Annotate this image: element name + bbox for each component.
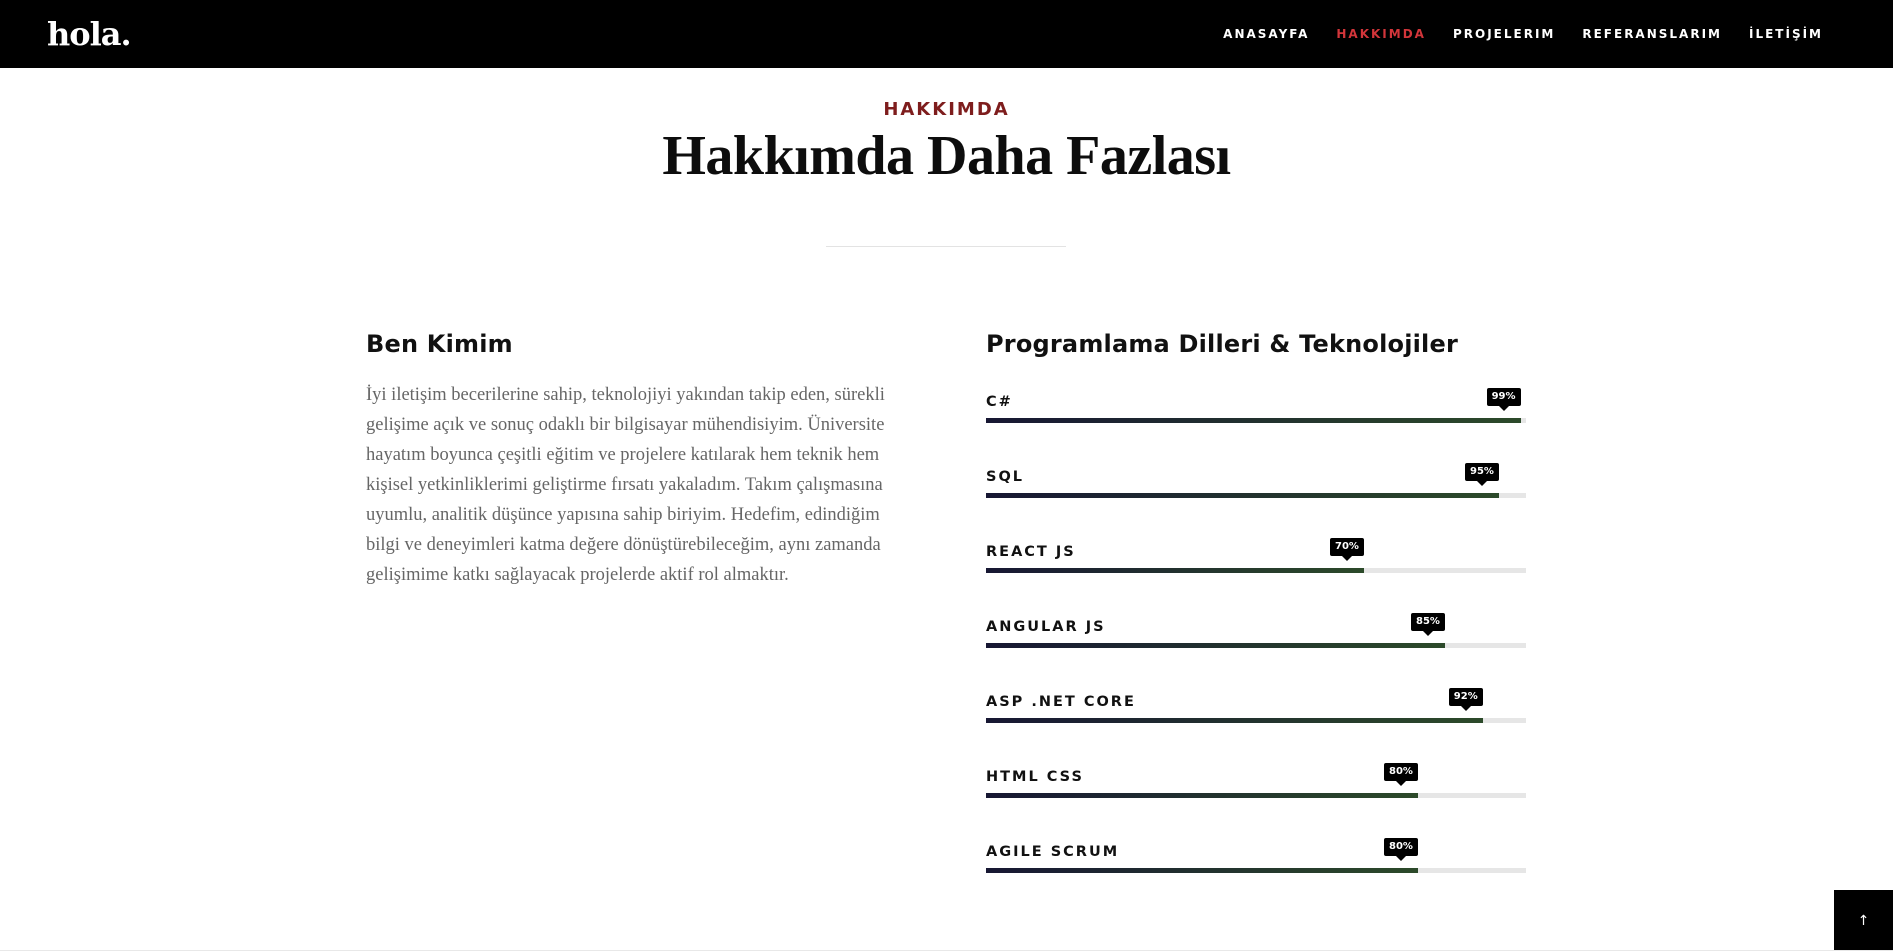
skill-item: HTML CSS 80% (986, 746, 1526, 821)
about-heading: Ben Kimim (366, 330, 513, 358)
nav-item-iletisim[interactable]: İLETİŞİM (1749, 27, 1823, 41)
site-logo[interactable]: hola. (47, 18, 132, 50)
skill-progress-fill (986, 493, 1499, 498)
skill-percent-badge: 70% (1330, 538, 1364, 561)
section-eyebrow: HAKKIMDA (883, 99, 1010, 120)
skill-progress-fill (986, 793, 1418, 798)
skill-progress-bar (986, 643, 1526, 648)
nav-item-anasayfa[interactable]: ANASAYFA (1223, 27, 1309, 41)
skill-progress-bar (986, 793, 1526, 798)
skill-name: ANGULAR JS (986, 619, 1106, 635)
skill-name: REACT JS (986, 544, 1076, 560)
skill-percent-badge: 80% (1384, 763, 1418, 786)
skill-percent-badge: 92% (1448, 688, 1483, 711)
skill-percent-badge: 95% (1465, 463, 1499, 486)
skill-percent-badge: 85% (1411, 613, 1445, 636)
skills-column: Programlama Dilleri & Teknolojiler C# 99… (986, 330, 1526, 896)
skill-item: ASP .NET CORE 92% (986, 671, 1526, 746)
skill-progress-fill (986, 643, 1445, 648)
skill-item: C# 99% (986, 371, 1526, 446)
nav-item-projelerim[interactable]: PROJELERIM (1453, 27, 1555, 41)
skill-progress-fill (986, 868, 1418, 873)
skill-name: HTML CSS (986, 769, 1084, 785)
skill-name: SQL (986, 469, 1025, 485)
title-divider (826, 246, 1066, 247)
scroll-to-top-button[interactable]: ↑ (1834, 890, 1893, 951)
skill-item: REACT JS 70% (986, 521, 1526, 596)
skills-heading: Programlama Dilleri & Teknolojiler (986, 330, 1458, 358)
skill-progress-fill (986, 418, 1521, 423)
about-column: Ben Kimim İyi iletişim becerilerine sahi… (366, 330, 906, 590)
skill-progress-bar (986, 868, 1526, 873)
skill-progress-bar (986, 418, 1526, 423)
skill-item: AGILE SCRUM 80% (986, 821, 1526, 896)
skill-progress-bar (986, 493, 1526, 498)
skills-list: C# 99% SQL 95% REACT JS 70% ANGULAR JS 8… (986, 371, 1526, 896)
about-text: İyi iletişim becerilerine sahip, teknolo… (366, 385, 885, 585)
skill-progress-bar (986, 568, 1526, 573)
skill-item: ANGULAR JS 85% (986, 596, 1526, 671)
skill-name: AGILE SCRUM (986, 844, 1120, 860)
arrow-up-icon: ↑ (1857, 912, 1870, 929)
page-title: Hakkımda Daha Fazlası (662, 125, 1231, 187)
top-navigation-bar: hola. ANASAYFA HAKKIMDA PROJELERIM REFER… (0, 0, 1893, 68)
skill-name: C# (986, 394, 1013, 410)
skill-percent-badge: 99% (1486, 388, 1521, 411)
skill-name: ASP .NET CORE (986, 694, 1136, 710)
skill-progress-fill (986, 718, 1483, 723)
nav-item-hakkimda[interactable]: HAKKIMDA (1336, 27, 1426, 41)
nav-item-referanslarim[interactable]: REFERANSLARIM (1582, 27, 1722, 41)
skill-item: SQL 95% (986, 446, 1526, 521)
skill-progress-fill (986, 568, 1364, 573)
skill-progress-bar (986, 718, 1526, 723)
main-nav: ANASAYFA HAKKIMDA PROJELERIM REFERANSLAR… (1223, 27, 1823, 41)
skill-percent-badge: 80% (1384, 838, 1418, 861)
